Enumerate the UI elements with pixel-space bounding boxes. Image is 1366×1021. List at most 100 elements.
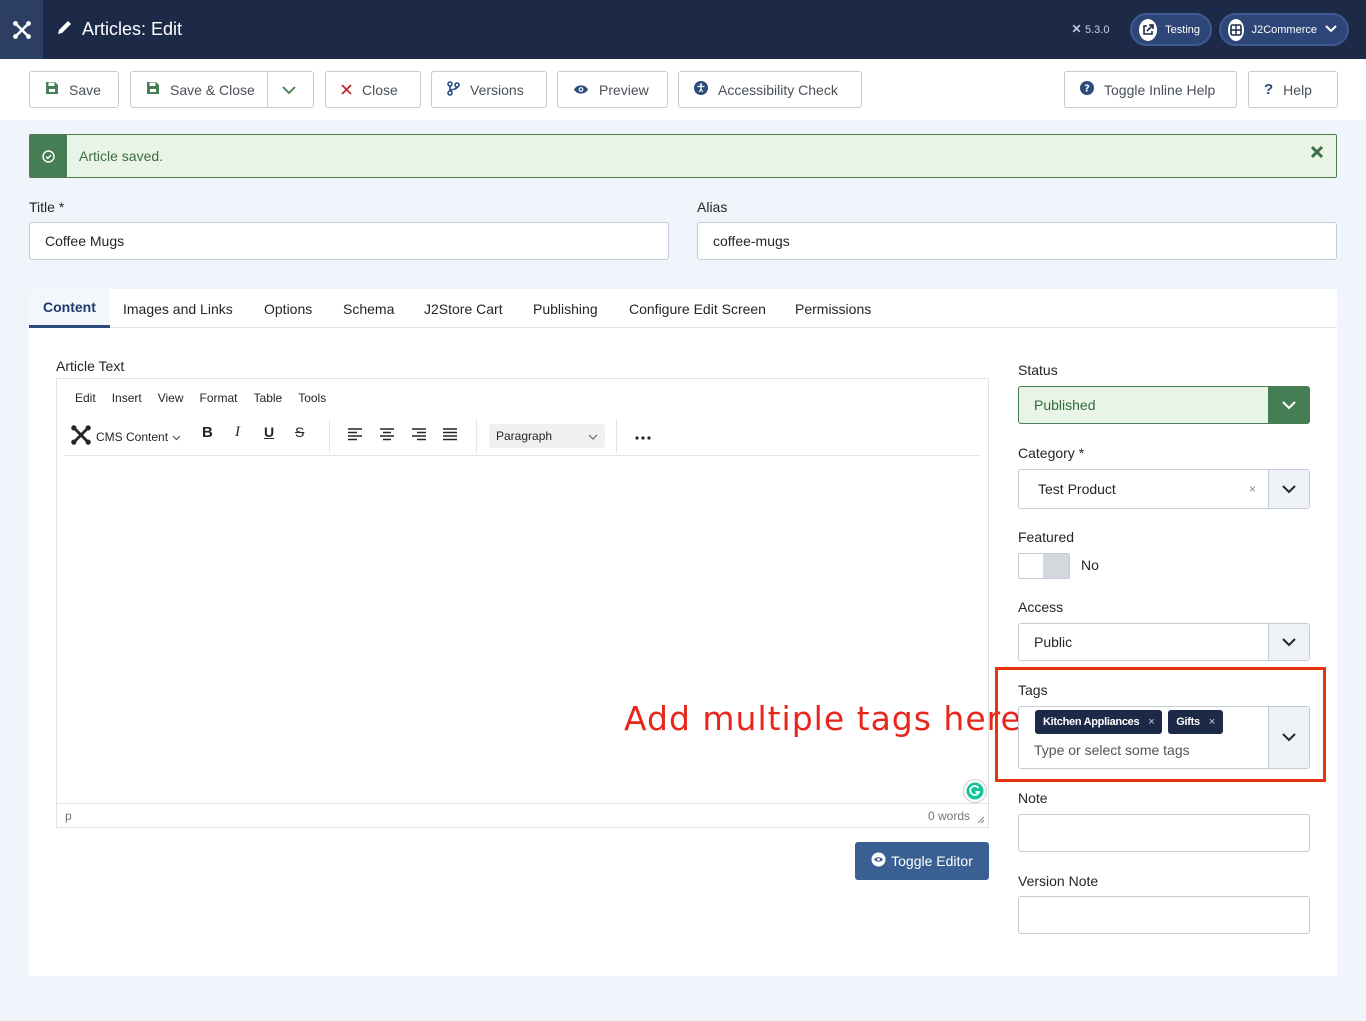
chevron-down-icon <box>1268 707 1309 768</box>
tab-images-and-links[interactable]: Images and Links <box>123 289 233 328</box>
chevron-down-icon <box>172 430 181 444</box>
resize-handle-icon[interactable] <box>977 813 985 827</box>
close-button[interactable]: Close <box>325 71 421 108</box>
align-right-button[interactable] <box>411 427 427 444</box>
category-select[interactable]: Test Product × <box>1018 469 1310 509</box>
editor-content-area[interactable] <box>65 459 980 799</box>
menu-table[interactable]: Table <box>254 391 283 405</box>
menu-view[interactable]: View <box>158 391 184 405</box>
featured-toggle[interactable] <box>1018 553 1070 579</box>
access-label: Access <box>1018 599 1064 615</box>
italic-button[interactable]: I <box>235 424 240 441</box>
external-link-icon <box>1139 18 1158 41</box>
site-link-button[interactable]: Testing <box>1130 13 1212 46</box>
alias-label: Alias <box>697 199 728 215</box>
tab-content[interactable]: Content <box>29 289 110 328</box>
preview-button[interactable]: Preview <box>557 71 668 108</box>
menu-format[interactable]: Format <box>200 391 238 405</box>
page-title-text: Articles: Edit <box>82 19 183 39</box>
category-value: Test Product <box>1038 481 1116 497</box>
align-center-button[interactable] <box>379 427 395 444</box>
tag-chip: Kitchen Appliances × <box>1035 710 1163 734</box>
help-button[interactable]: ? Help <box>1248 71 1338 108</box>
tag-chip-label: Gifts <box>1176 716 1200 728</box>
accessibility-check-button[interactable]: Accessibility Check <box>678 71 862 108</box>
version-text: 5.3.0 <box>1085 23 1110 36</box>
user-pill-label: J2Commerce <box>1251 23 1317 36</box>
versions-button[interactable]: Versions <box>431 71 547 108</box>
svg-text:?: ? <box>1084 84 1090 95</box>
accessibility-button-label: Accessibility Check <box>718 81 838 98</box>
tags-placeholder: Type or select some tags <box>1034 742 1190 758</box>
save-close-button[interactable]: Save & Close <box>131 72 268 107</box>
tag-chip-label: Kitchen Appliances <box>1043 716 1140 728</box>
inline-help-label: Toggle Inline Help <box>1104 81 1216 98</box>
strikethrough-button[interactable]: S <box>295 424 304 440</box>
cms-content-dropdown[interactable]: CMS Content <box>70 424 181 449</box>
chevron-down-icon <box>1268 387 1309 423</box>
note-input[interactable] <box>1018 814 1310 852</box>
alias-input[interactable]: coffee-mugs <box>697 222 1337 260</box>
status-label: Status <box>1018 362 1058 378</box>
preview-button-label: Preview <box>599 81 649 98</box>
featured-label: Featured <box>1018 529 1075 545</box>
more-options-button[interactable] <box>635 429 651 443</box>
chevron-down-icon <box>282 82 296 98</box>
rich-text-editor: Edit Insert View Format Table Tools CMS … <box>56 378 989 828</box>
tab-publishing[interactable]: Publishing <box>533 289 598 328</box>
align-left-button[interactable] <box>347 427 363 444</box>
status-value: Published <box>1034 397 1096 413</box>
floppy-disk-icon <box>45 81 59 98</box>
title-input[interactable]: Coffee Mugs <box>29 222 669 260</box>
underline-button[interactable]: U <box>264 424 274 440</box>
menu-insert[interactable]: Insert <box>112 391 142 405</box>
joomla-small-icon <box>1071 23 1082 37</box>
alert-close-icon[interactable] <box>1310 145 1324 164</box>
floppy-disk-icon <box>146 81 160 98</box>
tab-permissions[interactable]: Permissions <box>795 289 871 328</box>
tag-chip: Gifts × <box>1168 710 1223 734</box>
save-options-dropdown[interactable] <box>268 72 311 107</box>
joomla-version: 5.3.0 <box>1071 0 1109 59</box>
joomla-logo-icon[interactable] <box>0 0 43 59</box>
align-justify-button[interactable] <box>442 427 458 444</box>
remove-tag-icon[interactable]: × <box>1148 716 1154 728</box>
article-edit-panel: Content Images and Links Options Schema … <box>29 289 1337 976</box>
versions-button-label: Versions <box>470 81 524 98</box>
version-note-label: Version Note <box>1018 873 1099 889</box>
status-select[interactable]: Published <box>1018 386 1310 424</box>
annotation-text: Add multiple tags here <box>624 699 1022 738</box>
italic-icon: I <box>235 424 240 440</box>
menu-edit[interactable]: Edit <box>75 391 96 405</box>
eye-icon <box>871 852 886 870</box>
grammarly-icon[interactable] <box>963 779 987 803</box>
align-left-icon <box>347 427 363 444</box>
grid-icon <box>1228 18 1244 41</box>
toolbar-divider <box>616 419 617 453</box>
cms-content-label: CMS Content <box>96 429 169 444</box>
tags-select[interactable]: Kitchen Appliances × Gifts × Type or selec… <box>1018 706 1310 769</box>
note-label: Note <box>1018 790 1048 806</box>
tab-j2store-cart[interactable]: J2Store Cart <box>424 289 503 328</box>
menu-tools[interactable]: Tools <box>298 391 326 405</box>
alert-message: Article saved. <box>79 148 164 164</box>
toggle-editor-button[interactable]: Toggle Editor <box>855 842 989 880</box>
version-note-input[interactable] <box>1018 896 1310 934</box>
eye-icon <box>573 82 589 98</box>
access-select[interactable]: Public <box>1018 623 1310 661</box>
tab-options[interactable]: Options <box>264 289 312 328</box>
remove-tag-icon[interactable]: × <box>1209 716 1215 728</box>
tags-input-area[interactable]: Kitchen Appliances × Gifts × Type or selec… <box>1019 707 1268 768</box>
block-format-select[interactable]: Paragraph <box>489 424 605 448</box>
tab-schema[interactable]: Schema <box>343 289 394 328</box>
bold-button[interactable]: B <box>202 424 213 441</box>
element-path: p <box>65 809 72 823</box>
clear-x-icon[interactable]: × <box>1249 482 1256 496</box>
user-menu-button[interactable]: J2Commerce <box>1219 13 1349 46</box>
chevron-down-icon <box>588 429 598 443</box>
toggle-inline-help-button[interactable]: ? Toggle Inline Help <box>1064 71 1237 108</box>
tab-configure-edit-screen[interactable]: Configure Edit Screen <box>629 289 766 328</box>
save-button[interactable]: Save <box>29 71 119 108</box>
toggle-knob <box>1043 554 1069 578</box>
align-justify-icon <box>442 427 458 444</box>
